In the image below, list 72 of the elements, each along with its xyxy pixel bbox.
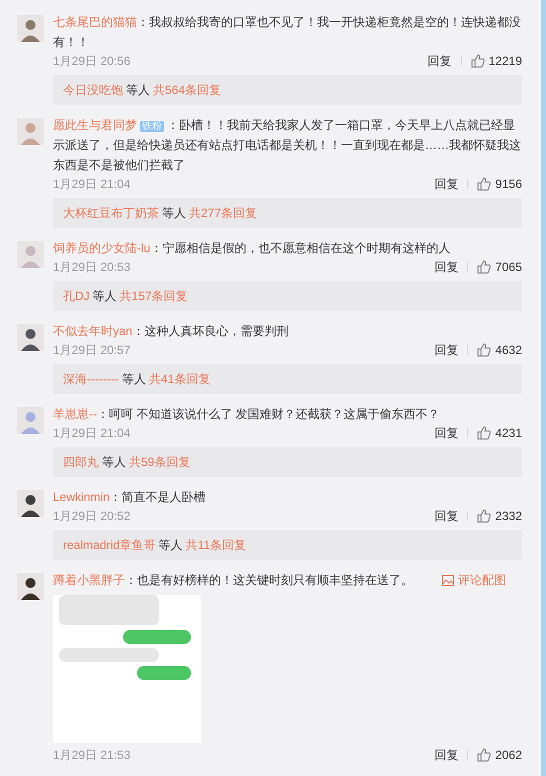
reply-link[interactable]: 回复 bbox=[434, 746, 458, 764]
timestamp: 1月29日 21:53 bbox=[53, 747, 132, 764]
reply-count[interactable]: 共564条回复 bbox=[153, 81, 222, 99]
username-link[interactable]: 蹲着小黑胖子 bbox=[53, 573, 125, 587]
reply-count[interactable]: 共157条回复 bbox=[120, 287, 188, 305]
thumbs-up-icon[interactable] bbox=[477, 426, 492, 440]
image-icon bbox=[442, 574, 454, 586]
reply-summary-bar[interactable]: 大杯红豆布丁奶茶 等人 共277条回复 bbox=[53, 198, 522, 228]
fan-badge: 铁粉 bbox=[140, 121, 164, 132]
comment-text: 愿此生与君同梦 铁粉 ：卧槽！！我前天给我家人发了一箱口罩，今天早上八点就已经显示派送了，但是给快递员还有站点打电话都是关机！！一直到现在都是……我都怀疑我这东西是不是被他们拦截了 bbox=[53, 117, 522, 174]
replier-names[interactable]: 今日没吃饱 bbox=[63, 81, 123, 99]
reply-count[interactable]: 共59条回复 bbox=[129, 453, 190, 471]
like-count: 12219 bbox=[488, 53, 522, 70]
timestamp: 1月29日 21:04 bbox=[53, 425, 132, 442]
like-count: 2332 bbox=[495, 508, 522, 525]
like-count: 2062 bbox=[495, 747, 522, 764]
username-link[interactable]: 七条尾巴的猫猫 bbox=[53, 15, 137, 29]
replier-names[interactable]: realmadrid章鱼哥 bbox=[63, 536, 156, 554]
like-count: 4632 bbox=[495, 342, 522, 359]
comment-image-link[interactable]: 评论配图 bbox=[442, 570, 506, 590]
reply-count[interactable]: 共41条回复 bbox=[148, 370, 210, 388]
reply-link[interactable]: 回复 bbox=[434, 258, 458, 276]
reply-link[interactable]: 回复 bbox=[434, 175, 458, 193]
replier-names[interactable]: 大杯红豆布丁奶茶 bbox=[63, 204, 159, 222]
avatar[interactable] bbox=[17, 324, 44, 351]
username-link[interactable]: 愿此生与君同梦 bbox=[53, 118, 137, 132]
avatar[interactable] bbox=[17, 490, 44, 517]
reply-summary-bar[interactable]: 孔DJ 等人 共157条回复 bbox=[53, 281, 522, 311]
replier-names[interactable]: 孔DJ bbox=[63, 287, 90, 305]
others-label: 等人 bbox=[162, 205, 186, 222]
timestamp: 1月29日 20:52 bbox=[53, 508, 132, 525]
thumbs-up-icon[interactable] bbox=[477, 260, 492, 274]
others-label: 等人 bbox=[102, 454, 126, 471]
reply-link[interactable]: 回复 bbox=[428, 52, 452, 70]
comment-text: Lewkinmin：简直不是人卧槽 bbox=[53, 489, 207, 506]
timestamp: 1月29日 20:57 bbox=[53, 342, 132, 359]
username-link[interactable]: 饲养员的少女陆-lu bbox=[53, 241, 150, 255]
like-count: 9156 bbox=[495, 176, 522, 193]
like-count: 4231 bbox=[495, 425, 522, 442]
others-label: 等人 bbox=[158, 537, 183, 554]
reply-summary-bar[interactable]: 深海-------- 等人 共41条回复 bbox=[53, 364, 522, 394]
reply-summary-bar[interactable]: 今日没吃饱 等人 共564条回复 bbox=[53, 75, 522, 105]
others-label: 等人 bbox=[126, 82, 150, 99]
timestamp: 1月29日 21:04 bbox=[53, 176, 132, 193]
thumbs-up-icon[interactable] bbox=[477, 343, 492, 357]
replier-names[interactable]: 四郎丸 bbox=[63, 453, 99, 471]
reply-link[interactable]: 回复 bbox=[434, 507, 458, 525]
username-link[interactable]: Lewkinmin bbox=[53, 490, 110, 504]
username-link[interactable]: 不似去年时yan bbox=[53, 324, 132, 338]
timestamp: 1月29日 20:56 bbox=[53, 53, 132, 70]
thumbs-up-icon[interactable] bbox=[477, 748, 492, 762]
reply-count[interactable]: 共11条回复 bbox=[186, 536, 246, 554]
avatar[interactable] bbox=[17, 573, 44, 600]
replier-names[interactable]: 深海-------- bbox=[63, 370, 119, 388]
comment-text: 蹲着小黑胖子：也是有好榜样的！这关键时刻只有顺丰坚持在送了。 bbox=[53, 572, 414, 589]
comment-text: 羊崽崽--：呵呵 不知道该说什么了 发国难财？还截获？这属于偷东西不？ bbox=[53, 406, 441, 423]
username-link[interactable]: 羊崽崽-- bbox=[53, 407, 97, 421]
like-count: 7065 bbox=[495, 259, 522, 276]
comment-text: 饲养员的少女陆-lu：宁愿相信是假的，也不愿意相信在这个时期有这样的人 bbox=[53, 240, 452, 257]
comment-text: 七条尾巴的猫猫：我叔叔给我寄的口罩也不见了！我一开快递柜竟然是空的！连快递都没有！！ bbox=[53, 14, 522, 51]
others-label: 等人 bbox=[92, 288, 117, 305]
thumbs-up-icon[interactable] bbox=[477, 509, 492, 523]
others-label: 等人 bbox=[122, 371, 146, 388]
reply-link[interactable]: 回复 bbox=[434, 424, 458, 442]
timestamp: 1月29日 20:53 bbox=[53, 259, 132, 276]
comment-text: 不似去年时yan：这种人真坏良心，需要判刑 bbox=[53, 323, 290, 340]
thumbs-up-icon[interactable] bbox=[477, 177, 492, 191]
reply-count[interactable]: 共277条回复 bbox=[189, 204, 258, 222]
reply-link[interactable]: 回复 bbox=[434, 341, 458, 359]
reply-summary-bar[interactable]: realmadrid章鱼哥 等人 共11条回复 bbox=[53, 530, 522, 560]
reply-summary-bar[interactable]: 四郎丸 等人 共59条回复 bbox=[53, 447, 522, 477]
thumbs-up-icon[interactable] bbox=[470, 54, 485, 68]
